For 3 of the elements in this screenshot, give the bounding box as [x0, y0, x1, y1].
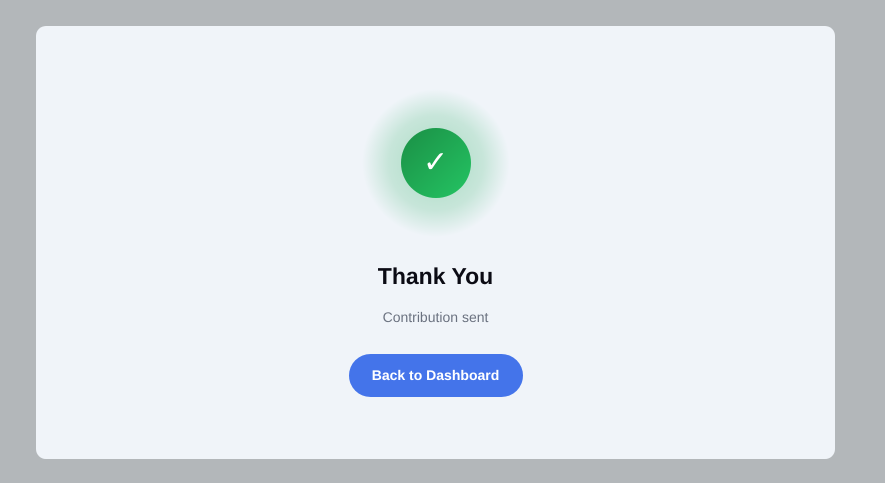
dialog-message: Contribution sent: [382, 308, 488, 327]
dialog-title: Thank You: [378, 262, 494, 291]
back-to-dashboard-button[interactable]: Back to Dashboard: [348, 354, 522, 397]
